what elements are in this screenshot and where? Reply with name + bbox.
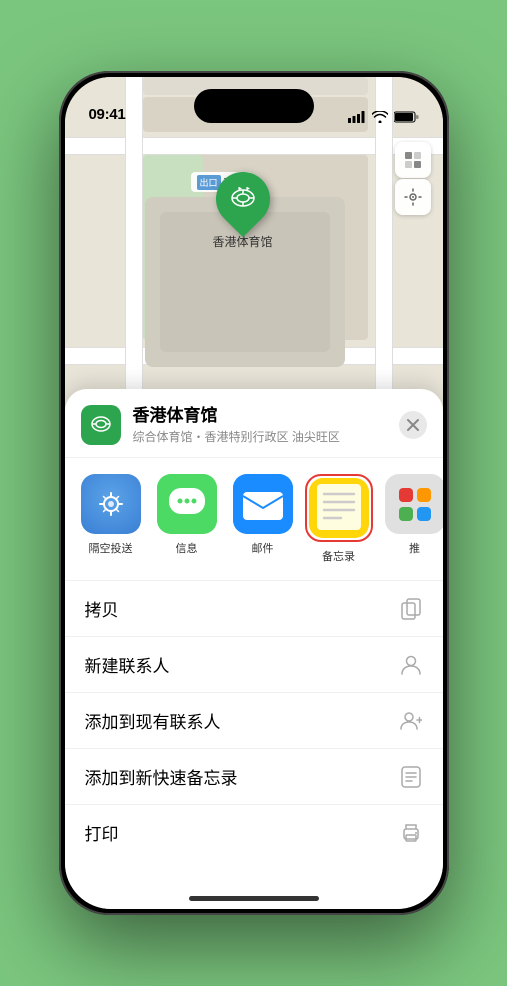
status-icons (348, 111, 419, 123)
phone-screen: 09:41 (65, 77, 443, 909)
action-app-notes[interactable]: 备忘录 (309, 474, 369, 564)
action-item-add-contact[interactable]: 添加到现有联系人 (65, 692, 443, 748)
action-apps-row: 隔空投送 信息 (65, 458, 443, 580)
action-item-quick-note[interactable]: 添加到新快速备忘录 (65, 748, 443, 804)
add-contact-label: 添加到现有联系人 (85, 708, 221, 733)
airdrop-label: 隔空投送 (89, 540, 133, 556)
action-app-messages[interactable]: 信息 (157, 474, 217, 556)
notes-icon (309, 478, 369, 538)
sheet-subtitle: 综合体育馆・香港特别行政区 油尖旺区 (133, 428, 399, 445)
action-app-airdrop[interactable]: 隔空投送 (81, 474, 141, 556)
copy-label: 拷贝 (85, 596, 119, 621)
action-item-print[interactable]: 打印 (65, 804, 443, 860)
mail-icon (233, 474, 293, 534)
action-app-mail[interactable]: 邮件 (233, 474, 293, 556)
location-pin: 香港体育馆 (213, 172, 273, 250)
print-label: 打印 (85, 820, 119, 845)
new-contact-label: 新建联系人 (85, 652, 170, 677)
notes-label: 备忘录 (322, 548, 355, 564)
action-item-new-contact[interactable]: 新建联系人 (65, 636, 443, 692)
copy-icon (399, 597, 423, 621)
sheet-header: 香港体育馆 综合体育馆・香港特别行政区 油尖旺区 (65, 389, 443, 458)
messages-label: 信息 (176, 540, 198, 556)
mail-label: 邮件 (252, 540, 274, 556)
location-button[interactable] (395, 179, 431, 215)
add-contact-icon (399, 709, 423, 733)
venue-icon (81, 405, 121, 445)
new-contact-icon (399, 653, 423, 677)
messages-icon (157, 474, 217, 534)
more-label: 推 (409, 540, 420, 556)
map-type-button[interactable] (395, 142, 431, 178)
bottom-sheet: 香港体育馆 综合体育馆・香港特别行政区 油尖旺区 (65, 389, 443, 909)
dynamic-island (194, 89, 314, 123)
home-indicator (189, 896, 319, 901)
airdrop-icon (81, 474, 141, 534)
sheet-title: 香港体育馆 (133, 405, 399, 427)
more-icon (385, 474, 443, 534)
sheet-title-block: 香港体育馆 综合体育馆・香港特别行政区 油尖旺区 (133, 405, 399, 445)
battery-icon (394, 111, 419, 123)
map-controls (395, 142, 431, 215)
print-icon (399, 821, 423, 845)
phone-frame: 09:41 (59, 71, 449, 915)
action-item-copy[interactable]: 拷贝 (65, 580, 443, 636)
notes-highlight (305, 474, 373, 542)
status-time: 09:41 (89, 106, 126, 123)
action-app-more[interactable]: 推 (385, 474, 443, 556)
quick-note-icon (399, 765, 423, 789)
sheet-close-button[interactable] (399, 411, 427, 439)
signal-icon (348, 111, 366, 123)
action-items-list: 拷贝 新建联系人 (65, 580, 443, 860)
wifi-icon (372, 111, 388, 123)
quick-note-label: 添加到新快速备忘录 (85, 764, 238, 789)
